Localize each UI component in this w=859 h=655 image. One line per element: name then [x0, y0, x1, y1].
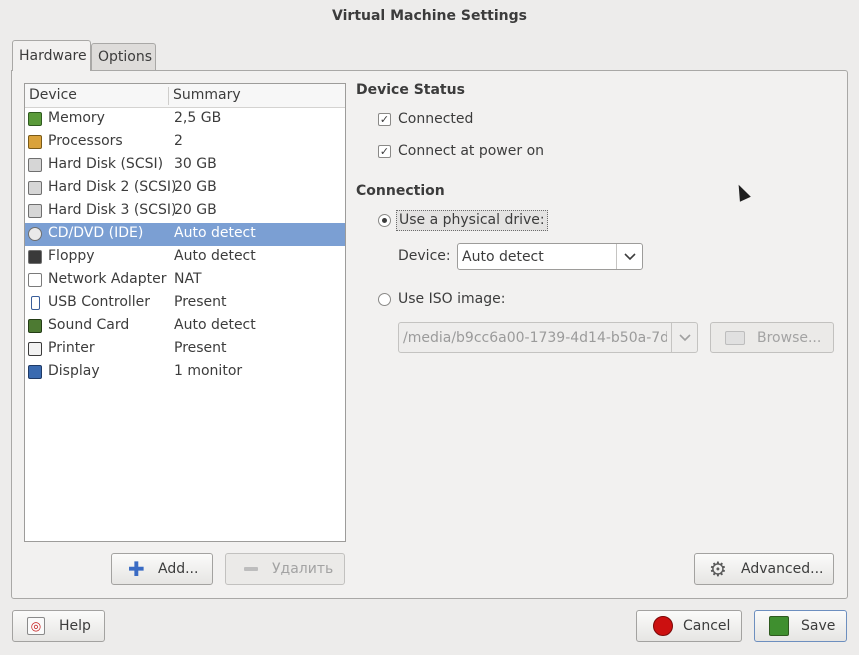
processor-icon [28, 135, 42, 149]
save-button-label: Save [801, 618, 836, 634]
gears-icon: ⚙ [709, 557, 727, 581]
device-name: Memory [48, 110, 105, 126]
connected-checkbox[interactable]: ✓ [378, 113, 391, 126]
plus-icon: ✚ [128, 557, 145, 581]
usb-icon [31, 296, 40, 310]
cancel-button-label: Cancel [683, 618, 731, 634]
floppy-icon [28, 250, 42, 264]
device-summary: Present [174, 340, 227, 356]
hard-disk-icon [28, 181, 42, 195]
column-header-summary[interactable]: Summary [173, 87, 241, 103]
tab-hardware[interactable]: Hardware [12, 40, 91, 71]
device-summary: Auto detect [174, 225, 256, 241]
device-list-header: Device Summary [25, 84, 345, 108]
iso-path-select[interactable]: /media/b9cc6a00-1739-4d14-b50a-7d54 [398, 322, 698, 353]
device-row-display[interactable]: Display 1 monitor [25, 361, 345, 384]
device-summary: 30 GB [174, 156, 217, 172]
device-row-floppy[interactable]: Floppy Auto detect [25, 246, 345, 269]
hard-disk-icon [28, 158, 42, 172]
physical-drive-radio[interactable] [378, 214, 391, 227]
device-row-sound-card[interactable]: Sound Card Auto detect [25, 315, 345, 338]
device-row-cd-dvd[interactable]: CD/DVD (IDE) Auto detect [25, 223, 345, 246]
device-select-value: Auto detect [462, 248, 544, 265]
device-name: USB Controller [48, 294, 151, 310]
device-row-hard-disk-3[interactable]: Hard Disk 3 (SCSI) 20 GB [25, 200, 345, 223]
device-name: Display [48, 363, 100, 379]
device-summary: 2 [174, 133, 183, 149]
column-header-device[interactable]: Device [29, 87, 77, 103]
device-row-usb-controller[interactable]: USB Controller Present [25, 292, 345, 315]
window-title: Virtual Machine Settings [332, 8, 527, 24]
device-name: CD/DVD (IDE) [48, 225, 144, 241]
iso-path-value: /media/b9cc6a00-1739-4d14-b50a-7d54 [403, 329, 667, 346]
help-icon: ◎ [27, 617, 45, 635]
save-button[interactable]: Save [754, 610, 847, 642]
device-row-printer[interactable]: Printer Present [25, 338, 345, 361]
connect-at-power-on-checkbox[interactable]: ✓ [378, 145, 391, 158]
browse-button[interactable]: Browse... [710, 322, 834, 353]
display-icon [28, 365, 42, 379]
connection-title: Connection [356, 183, 445, 199]
cd-dvd-icon [28, 227, 42, 241]
device-summary: Auto detect [174, 317, 256, 333]
stop-icon [653, 616, 673, 636]
device-row-memory[interactable]: Memory 2,5 GB [25, 108, 345, 131]
memory-icon [28, 112, 42, 126]
device-name: Printer [48, 340, 95, 356]
cancel-button[interactable]: Cancel [636, 610, 742, 642]
minus-icon [244, 567, 258, 571]
device-row-network-adapter[interactable]: Network Adapter NAT [25, 269, 345, 292]
device-summary: Present [174, 294, 227, 310]
add-device-button[interactable]: ✚ Add... [111, 553, 213, 585]
device-name: Network Adapter [48, 271, 167, 287]
device-name: Hard Disk 3 (SCSI) [48, 202, 177, 218]
physical-drive-label[interactable]: Use a physical drive: [396, 210, 548, 231]
remove-button-label: Удалить [272, 561, 334, 577]
device-name: Sound Card [48, 317, 130, 333]
device-row-processors[interactable]: Processors 2 [25, 131, 345, 154]
tab-options[interactable]: Options [91, 43, 156, 70]
device-name: Hard Disk (SCSI) [48, 156, 164, 172]
device-name: Floppy [48, 248, 95, 264]
hard-disk-icon [28, 204, 42, 218]
device-summary: 20 GB [174, 202, 217, 218]
device-summary: 2,5 GB [174, 110, 222, 126]
connect-at-power-on-label[interactable]: Connect at power on [398, 143, 544, 159]
save-icon [769, 616, 789, 636]
device-name: Hard Disk 2 (SCSI) [48, 179, 177, 195]
device-row-hard-disk-2[interactable]: Hard Disk 2 (SCSI) 20 GB [25, 177, 345, 200]
chevron-down-icon [616, 244, 642, 269]
advanced-button[interactable]: ⚙ Advanced... [694, 553, 834, 585]
remove-device-button[interactable]: Удалить [225, 553, 345, 585]
device-select[interactable]: Auto detect [457, 243, 643, 270]
add-button-label: Add... [158, 561, 199, 577]
device-list[interactable]: Device Summary Memory 2,5 GB Processors … [24, 83, 346, 542]
network-adapter-icon [28, 273, 42, 287]
printer-icon [28, 342, 42, 356]
device-summary: 20 GB [174, 179, 217, 195]
device-label: Device: [398, 248, 451, 264]
help-button[interactable]: ◎ Help [12, 610, 105, 642]
iso-image-label[interactable]: Use ISO image: [398, 291, 505, 307]
device-row-hard-disk[interactable]: Hard Disk (SCSI) 30 GB [25, 154, 345, 177]
browse-button-label: Browse... [757, 329, 822, 346]
connected-label[interactable]: Connected [398, 111, 473, 127]
help-button-label: Help [59, 618, 91, 634]
sound-card-icon [28, 319, 42, 333]
folder-icon [725, 330, 745, 345]
advanced-button-label: Advanced... [741, 561, 824, 577]
iso-image-radio[interactable] [378, 293, 391, 306]
device-name: Processors [48, 133, 123, 149]
chevron-down-icon [671, 323, 697, 352]
device-summary: NAT [174, 271, 202, 287]
device-status-title: Device Status [356, 82, 465, 98]
device-summary: 1 monitor [174, 363, 243, 379]
device-summary: Auto detect [174, 248, 256, 264]
